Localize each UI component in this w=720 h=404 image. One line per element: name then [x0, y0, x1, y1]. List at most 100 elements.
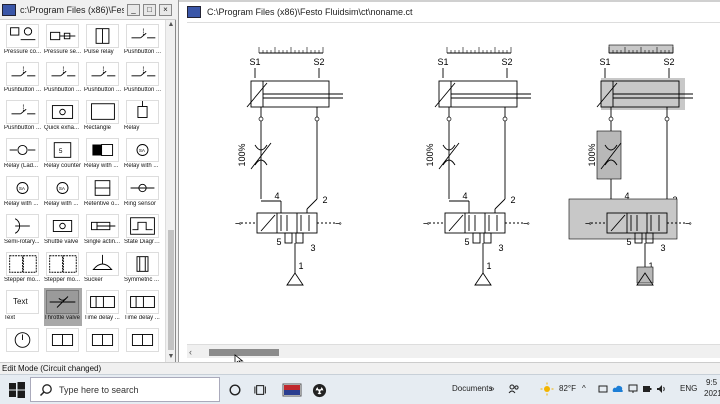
library-tile[interactable]: Pushbutton ... [4, 60, 42, 98]
status-text: Edit Mode (Circuit changed) [2, 364, 102, 373]
tray-overflow-chevron-icon[interactable]: ^ [582, 384, 586, 393]
library-tile[interactable]: Throttle valve [44, 288, 82, 326]
documents-toolbar[interactable]: Documents [452, 384, 492, 393]
library-tile[interactable]: Pushbutton ... [124, 22, 162, 60]
library-tile[interactable]: 5 Relay counter [44, 136, 82, 174]
pilot-symbol: ⊸ [523, 219, 530, 228]
port-2-label: 2 [322, 195, 327, 205]
circuit-diagram[interactable]: S1S2100%42⊸⊸531S1S2100%42⊸⊸531S1S2100%42… [187, 23, 720, 345]
pushbutton-icon [6, 62, 39, 86]
library-tile[interactable]: Pressure co... [4, 22, 42, 60]
battery-icon[interactable] [642, 384, 652, 394]
scroll-left-arrow-icon[interactable]: ‹ [189, 347, 192, 357]
semi-rotary-actuator-icon [6, 214, 39, 238]
clock-time[interactable]: 9:5 [706, 378, 717, 387]
relay-ladder-icon [6, 138, 39, 162]
library-tile[interactable]: Symmetric ... [124, 250, 162, 288]
library-tile[interactable]: Relay [124, 98, 162, 136]
onedrive-cloud-icon[interactable] [612, 384, 624, 394]
library-tile[interactable]: Ring sensor [124, 174, 162, 212]
silencer-icon [483, 232, 492, 244]
circuit-horizontal-scrollbar[interactable]: ‹ [187, 344, 720, 358]
library-tile[interactable]: SA Relay with ... [4, 174, 42, 212]
circuit-titlebar[interactable]: C:\Program Files (x86)\Festo Fluidsim\ct… [179, 4, 720, 20]
pipe-line [494, 198, 506, 210]
people-icon[interactable] [508, 383, 520, 395]
library-tile-label: Semi-rotary... [4, 239, 40, 245]
library-tile[interactable]: Sucker [84, 250, 122, 288]
library-tile[interactable]: Pulse relay [84, 22, 122, 60]
library-tile[interactable] [84, 326, 122, 364]
retentive-icon [86, 176, 119, 200]
valve-icon [126, 328, 159, 352]
maximize-button[interactable]: □ [143, 3, 156, 16]
library-tile[interactable]: Pushbutton ... [124, 60, 162, 98]
library-tile[interactable]: Time delay ... [124, 288, 162, 326]
toolbar-chevron[interactable]: » [490, 384, 494, 393]
cortana-icon[interactable] [226, 381, 244, 399]
shuttle-valve-icon [46, 214, 79, 238]
library-tile[interactable]: SA Relay with ... [44, 174, 82, 212]
task-view-icon[interactable] [252, 381, 270, 399]
port-4-label: 4 [462, 191, 467, 201]
pilot-symbol: ⊸ [423, 219, 430, 228]
library-tile[interactable]: Semi-rotary... [4, 212, 42, 250]
weather-sun-icon[interactable] [540, 382, 554, 396]
pilot-symbol: ⊸ [685, 219, 692, 228]
library-tile[interactable]: Relay with ... [84, 136, 122, 174]
library-tile[interactable] [124, 326, 162, 364]
symmetric-icon [126, 252, 159, 276]
library-tile[interactable]: Shuttle valve [44, 212, 82, 250]
library-tile[interactable]: Relay (Lad... [4, 136, 42, 174]
obs-app-icon[interactable] [310, 381, 328, 399]
library-tile-label: Relay with ... [124, 163, 159, 169]
scroll-down-arrow-icon[interactable]: ▼ [167, 353, 175, 361]
pressure-sensor-icon [46, 24, 79, 48]
component-library-window: c:\Program Files (x86)\Festo Fluidsim\..… [0, 0, 176, 362]
valve-icon [46, 328, 79, 352]
taskbar-search-box[interactable]: Type here to search [30, 377, 220, 402]
search-placeholder: Type here to search [59, 384, 139, 395]
volume-icon[interactable] [656, 384, 667, 394]
library-tile[interactable]: SA Relay with ... [124, 136, 162, 174]
scroll-up-arrow-icon[interactable]: ▲ [167, 21, 175, 29]
library-tile[interactable]: Retentive o... [84, 174, 122, 212]
library-tile[interactable]: Quick exha... [44, 98, 82, 136]
relay-with-icon: SA [6, 176, 39, 200]
library-scrollbar[interactable]: ▲ ▼ [165, 20, 175, 362]
library-tile[interactable]: Pushbutton ... [4, 98, 42, 136]
display-icon[interactable] [628, 384, 638, 394]
compressed-air-supply-icon [286, 272, 304, 286]
network-icon[interactable] [598, 384, 608, 394]
desktop: c:\Program Files (x86)\Festo Fluidsim\..… [0, 0, 720, 404]
circuit-scroll-thumb[interactable] [209, 349, 279, 356]
library-tile-label: Throttle valve [44, 315, 81, 321]
library-tile[interactable]: Stepper mo... [44, 250, 82, 288]
library-tile[interactable]: Rectangle [84, 98, 122, 136]
library-tile-label: Single actin... [84, 239, 121, 245]
library-tile[interactable]: Pushbutton ... [44, 60, 82, 98]
library-tile[interactable]: Time delay ... [84, 288, 122, 326]
library-tile[interactable] [44, 326, 82, 364]
clock-date[interactable]: 2021 [704, 389, 720, 398]
library-tile[interactable]: State Diagram [124, 212, 162, 250]
library-tile[interactable]: Single actin... [84, 212, 122, 250]
weather-temperature[interactable]: 82°F [559, 384, 576, 393]
minimize-button[interactable]: _ [127, 3, 140, 16]
close-button[interactable]: × [159, 3, 172, 16]
library-scroll-thumb[interactable] [168, 230, 174, 350]
library-tile[interactable]: Pushbutton ... [84, 60, 122, 98]
library-tile[interactable]: Text Text [4, 288, 42, 326]
library-tile[interactable]: Pressure se... [44, 22, 82, 60]
throttle-opening-label: 100% [587, 143, 597, 166]
pipe-junction [502, 116, 508, 122]
input-language[interactable]: ENG [680, 384, 697, 393]
library-tile[interactable]: Stepper mo... [4, 250, 42, 288]
windows-start-icon[interactable] [8, 381, 26, 399]
port-3-label: 3 [310, 243, 315, 253]
festo-fluidsim-taskbar-icon[interactable] [282, 381, 302, 399]
library-tile[interactable] [4, 326, 42, 364]
circuit-canvas[interactable]: S1S2100%42⊸⊸531S1S2100%42⊸⊸531S1S2100%42… [187, 22, 720, 344]
valve-flow-arrow [260, 214, 276, 232]
library-titlebar[interactable]: c:\Program Files (x86)\Festo Fluidsim\..… [0, 0, 176, 20]
